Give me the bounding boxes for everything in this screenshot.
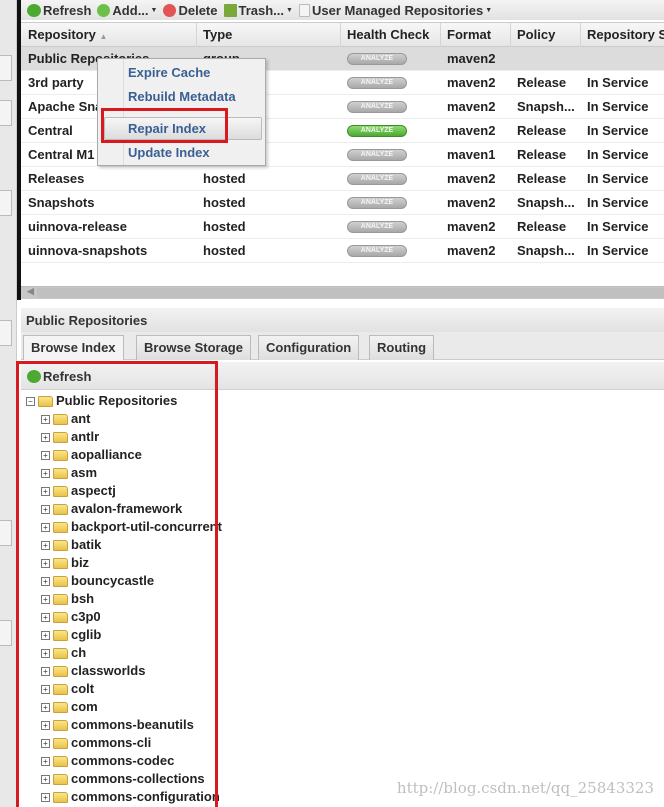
cell-policy: Release bbox=[517, 147, 567, 162]
cell-policy: Release bbox=[517, 219, 567, 234]
grid-header: Repository ▲ Type Health Check Format Po… bbox=[21, 23, 664, 47]
cell-policy: Release bbox=[517, 123, 567, 138]
cell-format: maven2 bbox=[447, 243, 496, 258]
analyze-button[interactable]: ANALYZE bbox=[347, 101, 407, 113]
horizontal-scrollbar[interactable]: ◀ bbox=[21, 286, 664, 299]
cell-status: In Service bbox=[587, 171, 649, 186]
cell-repository: Central bbox=[28, 123, 73, 138]
analyze-button[interactable]: ANALYZE bbox=[347, 221, 407, 233]
table-row[interactable]: uinnova-release hosted ANALYZE maven2 Re… bbox=[21, 215, 664, 239]
tab-routing[interactable]: Routing bbox=[369, 335, 435, 360]
trash-icon bbox=[223, 3, 237, 17]
dropdown-arrow-icon: ▼ bbox=[485, 6, 493, 14]
analyze-button[interactable]: ANALYZE bbox=[347, 149, 407, 161]
analyze-button[interactable]: ANALYZE bbox=[347, 197, 407, 209]
cell-repository: uinnova-snapshots bbox=[28, 243, 148, 258]
column-policy[interactable]: Policy bbox=[511, 23, 581, 47]
tab-browse-storage[interactable]: Browse Storage bbox=[136, 335, 251, 360]
cell-repository: Releases bbox=[28, 171, 85, 186]
highlight-box-repair-index bbox=[101, 108, 228, 143]
cell-format: maven2 bbox=[447, 171, 496, 186]
cell-type: hosted bbox=[203, 171, 246, 186]
cell-type: hosted bbox=[203, 243, 246, 258]
cell-format: maven2 bbox=[447, 123, 496, 138]
sort-asc-icon: ▲ bbox=[99, 32, 108, 41]
cell-status: In Service bbox=[587, 75, 649, 90]
cell-status: In Service bbox=[587, 219, 649, 234]
cell-policy: Release bbox=[517, 171, 567, 186]
cell-policy: Snapsh... bbox=[517, 99, 575, 114]
cell-format: maven2 bbox=[447, 75, 496, 90]
user-managed-repositories-dropdown[interactable]: User Managed Repositories ▼ bbox=[298, 3, 493, 18]
analyze-button[interactable]: ANALYZE bbox=[347, 77, 407, 89]
table-row[interactable]: uinnova-snapshots hosted ANALYZE maven2 … bbox=[21, 239, 664, 263]
column-repository-status[interactable]: Repository S bbox=[581, 23, 664, 47]
cell-status: In Service bbox=[587, 243, 649, 258]
dropdown-arrow-icon: ▼ bbox=[150, 6, 158, 14]
scrollbar-thumb[interactable] bbox=[37, 288, 664, 298]
cell-repository: uinnova-release bbox=[28, 219, 127, 234]
toolbar: Refresh Add... ▼ Delete Trash... ▼ User Ma… bbox=[21, 0, 664, 20]
delete-icon bbox=[163, 3, 177, 17]
menu-item-expire-cache[interactable]: Expire Cache bbox=[128, 65, 210, 80]
menu-item-rebuild-metadata[interactable]: Rebuild Metadata bbox=[128, 89, 236, 104]
cell-format: maven2 bbox=[447, 195, 496, 210]
tab-configuration[interactable]: Configuration bbox=[258, 335, 360, 360]
table-row[interactable]: Releases hosted ANALYZE maven2 Release I… bbox=[21, 167, 664, 191]
cell-policy: Snapsh... bbox=[517, 195, 575, 210]
add-icon bbox=[97, 3, 111, 17]
tab-bar: Browse Index Browse Storage Configuratio… bbox=[21, 332, 664, 360]
cell-repository: 3rd party bbox=[28, 75, 84, 90]
analyze-button[interactable]: ANALYZE bbox=[347, 53, 407, 65]
menu-item-update-index[interactable]: Update Index bbox=[128, 145, 210, 160]
column-repository[interactable]: Repository ▲ bbox=[21, 23, 197, 47]
cell-policy: Snapsh... bbox=[517, 243, 575, 258]
panel-title: Public Repositories bbox=[21, 308, 664, 332]
cell-type: hosted bbox=[203, 219, 246, 234]
cell-policy: Release bbox=[517, 75, 567, 90]
highlight-box-tree bbox=[16, 361, 218, 807]
cell-status: In Service bbox=[587, 99, 649, 114]
cell-type: hosted bbox=[203, 195, 246, 210]
refresh-icon bbox=[27, 3, 41, 17]
cell-format: maven2 bbox=[447, 219, 496, 234]
refresh-button[interactable]: Refresh bbox=[27, 3, 91, 18]
analyze-button[interactable]: ANALYZE bbox=[347, 125, 407, 137]
column-format[interactable]: Format bbox=[441, 23, 511, 47]
cell-format: maven2 bbox=[447, 51, 496, 66]
cell-status: In Service bbox=[587, 195, 649, 210]
cell-status: In Service bbox=[587, 123, 649, 138]
add-button[interactable]: Add... ▼ bbox=[97, 3, 157, 18]
trash-button[interactable]: Trash... ▼ bbox=[223, 3, 293, 18]
cell-format: maven1 bbox=[447, 147, 496, 162]
watermark: http://blog.csdn.net/qq_25843323 bbox=[396, 779, 654, 797]
column-health-check[interactable]: Health Check bbox=[341, 23, 441, 47]
delete-button[interactable]: Delete bbox=[163, 3, 218, 18]
cell-status: In Service bbox=[587, 147, 649, 162]
tab-browse-index[interactable]: Browse Index bbox=[23, 335, 124, 360]
document-icon bbox=[298, 3, 310, 17]
scroll-left-icon[interactable]: ◀ bbox=[27, 286, 34, 297]
cell-format: maven2 bbox=[447, 99, 496, 114]
cell-repository: Snapshots bbox=[28, 195, 95, 210]
column-type[interactable]: Type bbox=[197, 23, 341, 47]
left-panel-edge bbox=[0, 0, 17, 807]
analyze-button[interactable]: ANALYZE bbox=[347, 245, 407, 257]
table-row[interactable]: Snapshots hosted ANALYZE maven2 Snapsh..… bbox=[21, 191, 664, 215]
dropdown-arrow-icon: ▼ bbox=[286, 6, 293, 14]
analyze-button[interactable]: ANALYZE bbox=[347, 173, 407, 185]
